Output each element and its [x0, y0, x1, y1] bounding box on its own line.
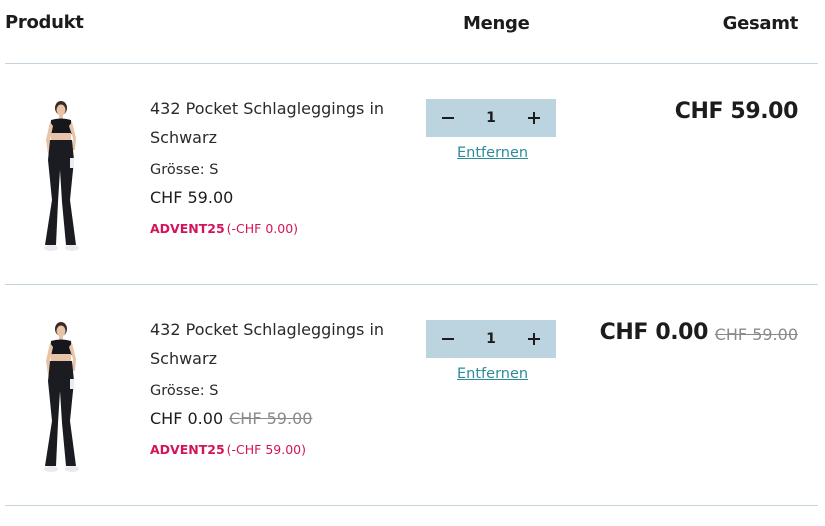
increase-quantity-button[interactable] [526, 331, 542, 347]
discount-code: ADVENT25 [150, 221, 225, 236]
decrease-quantity-button[interactable] [440, 110, 456, 126]
increase-quantity-button[interactable] [526, 110, 542, 126]
product-price: CHF 0.00 CHF 59.00 [150, 409, 312, 428]
discount-info: ADVENT25 (-CHF 0.00) [150, 221, 298, 236]
plus-icon [528, 112, 540, 124]
product-current-price: CHF 59.00 [150, 188, 234, 207]
cart-item-row: 432 Pocket Schlagleggings in Schwarz Grö… [0, 64, 825, 284]
product-image[interactable] [30, 321, 100, 481]
decrease-quantity-button[interactable] [440, 331, 456, 347]
product-image[interactable] [30, 100, 100, 260]
row-divider [5, 505, 818, 506]
item-total-original: CHF 59.00 [714, 325, 798, 344]
minus-icon [442, 338, 454, 340]
product-size: Grösse: S [150, 383, 219, 399]
remove-item-link[interactable]: Entfernen [457, 145, 528, 161]
discount-amount: (-CHF 59.00) [226, 442, 306, 457]
quantity-stepper: 1 [426, 99, 556, 137]
product-original-price: CHF 59.00 [229, 409, 313, 428]
column-header-total: Gesamt [722, 13, 799, 34]
cart-item-row: 432 Pocket Schlagleggings in Schwarz Grö… [0, 285, 825, 505]
column-header-product: Produkt [5, 12, 84, 33]
product-name[interactable]: 432 Pocket Schlagleggings in Schwarz [150, 315, 400, 373]
item-total: CHF 0.00 [599, 320, 709, 345]
plus-icon [528, 333, 540, 345]
remove-item-link[interactable]: Entfernen [457, 366, 528, 382]
product-price: CHF 59.00 [150, 188, 233, 207]
discount-code: ADVENT25 [150, 442, 225, 457]
discount-amount: (-CHF 0.00) [226, 221, 299, 236]
minus-icon [442, 117, 454, 119]
cart-table-header: Produkt Menge Gesamt [0, 0, 825, 64]
product-size: Grösse: S [150, 162, 219, 178]
discount-info: ADVENT25 (-CHF 59.00) [150, 442, 306, 457]
column-header-quantity: Menge [463, 13, 530, 34]
quantity-stepper: 1 [426, 320, 556, 358]
product-current-price: CHF 0.00 [150, 409, 224, 428]
quantity-value[interactable]: 1 [486, 110, 496, 126]
product-name[interactable]: 432 Pocket Schlagleggings in Schwarz [150, 94, 400, 152]
item-total: CHF 59.00 [674, 99, 799, 124]
quantity-value[interactable]: 1 [486, 331, 496, 347]
